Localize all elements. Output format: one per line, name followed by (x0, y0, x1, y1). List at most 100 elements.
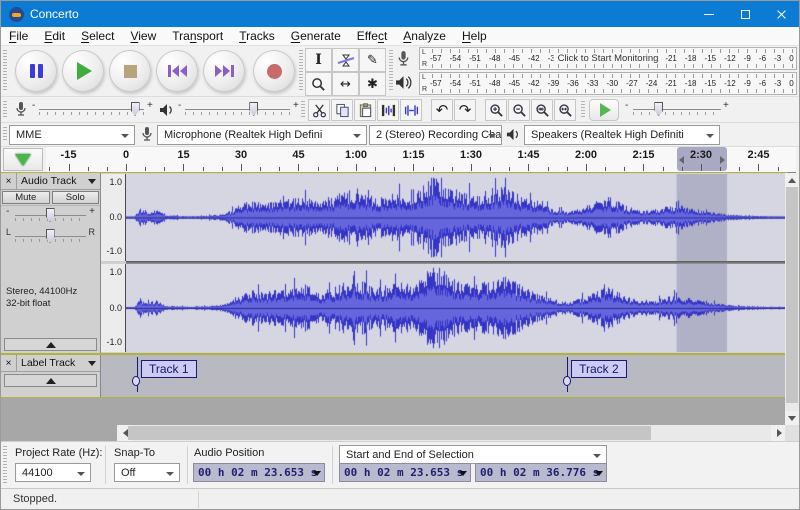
pinned-play-head-button[interactable] (3, 148, 43, 171)
envelope-tool-button[interactable] (332, 48, 359, 72)
menu-effect[interactable]: Effect (349, 27, 395, 46)
ruler-tick (758, 164, 759, 171)
skip-to-start-button[interactable] (156, 50, 198, 92)
label-track-collapse-button[interactable] (4, 374, 97, 387)
stop-button[interactable] (109, 50, 151, 92)
gain-slider[interactable]: - + (7, 207, 94, 227)
project-rate-dropdown[interactable]: 44100 (15, 463, 91, 482)
selection-start-field[interactable]: 00 h 02 m 23.653 s (339, 463, 471, 482)
recording-meter-mic-icon[interactable] (395, 50, 413, 68)
zoom-in-button[interactable] (485, 99, 507, 121)
skip-to-end-button[interactable] (203, 50, 245, 92)
horizontal-scroll-thumb[interactable] (128, 426, 651, 440)
playback-meter-speaker-icon[interactable] (395, 74, 413, 92)
recording-device-dropdown[interactable]: Microphone (Realtek High Defini (157, 125, 367, 145)
scroll-up-button[interactable] (785, 173, 799, 187)
waveform-channel-1[interactable] (126, 174, 787, 261)
selection-mode-dropdown[interactable]: Start and End of Selection (339, 445, 607, 464)
maximize-button[interactable] (727, 1, 763, 27)
vertical-scrollbar[interactable] (785, 173, 799, 425)
play-button[interactable] (62, 50, 104, 92)
menu-view[interactable]: View (122, 27, 164, 46)
toolbar-grip[interactable] (3, 50, 7, 92)
field-dropdown-icon[interactable] (459, 471, 467, 476)
toolbar-grip[interactable] (299, 50, 303, 92)
scroll-down-button[interactable] (785, 411, 799, 425)
selection-end-field[interactable]: 00 h 02 m 36.776 s (475, 463, 607, 482)
playback-meter[interactable]: LR -57-54-51-48-45-42-39-36-33-30-27-24-… (419, 72, 797, 95)
chevron-down-icon (706, 134, 714, 138)
monitoring-overlay-text[interactable]: Click to Start Monitoring (554, 53, 663, 64)
cut-button[interactable] (308, 99, 330, 121)
menu-transport[interactable]: Transport (164, 27, 231, 46)
undo-button[interactable]: ↶ (431, 99, 453, 121)
playback-device-dropdown[interactable]: Speakers (Realtek High Definiti (524, 125, 720, 145)
minimize-button[interactable] (691, 1, 727, 27)
selection-left-handle[interactable] (679, 156, 684, 164)
field-dropdown-icon[interactable] (313, 471, 321, 476)
multi-tool-button[interactable]: ✱ (359, 72, 386, 96)
mute-button[interactable]: Mute (2, 191, 50, 204)
recording-channels-dropdown[interactable]: 2 (Stereo) Recording Channels (369, 125, 502, 145)
vertical-scale-channel-2[interactable]: 1.0 0.0 -1.0 (101, 264, 126, 352)
selection-tool-button[interactable]: I (305, 48, 332, 72)
toolbar-grip[interactable] (3, 446, 7, 484)
trim-audio-button[interactable] (377, 99, 399, 121)
menu-edit[interactable]: Edit (36, 27, 73, 46)
label-text-1[interactable]: Track 1 (141, 360, 197, 378)
vertical-scroll-thumb[interactable] (786, 187, 798, 403)
pause-button[interactable] (15, 50, 57, 92)
toolbar-grip[interactable] (301, 101, 305, 118)
selection-right-handle[interactable] (720, 156, 725, 164)
close-button[interactable] (763, 1, 799, 27)
zoom-project-button[interactable] (554, 99, 576, 121)
label-track-close-button[interactable]: × (1, 355, 17, 371)
timeshift-tool-button[interactable]: ↔ (332, 72, 359, 96)
label-marker-stem[interactable] (137, 357, 138, 392)
menu-tracks[interactable]: Tracks (231, 27, 283, 46)
audio-host-dropdown[interactable]: MME (9, 125, 135, 145)
solo-button[interactable]: Solo (52, 191, 100, 204)
pan-slider[interactable]: L R (7, 228, 94, 248)
toolbar-grip[interactable] (581, 101, 585, 118)
snap-to-dropdown[interactable]: Off (114, 463, 180, 482)
label-marker-handle[interactable] (132, 376, 140, 386)
toolbar-grip[interactable] (389, 50, 393, 92)
play-speed-slider[interactable] (633, 101, 721, 118)
ruler-time-label: 0 (123, 149, 129, 161)
copy-button[interactable] (331, 99, 353, 121)
timeline-ruler[interactable]: -1501530451:001:151:301:452:002:152:302:… (46, 147, 796, 173)
horizontal-scrollbar[interactable] (117, 425, 787, 441)
redo-button[interactable]: ↷ (454, 99, 476, 121)
playback-volume-slider[interactable] (185, 101, 290, 118)
toolbar-grip[interactable] (3, 127, 7, 142)
menu-file[interactable]: File (1, 27, 36, 46)
label-track-menu-button[interactable]: Label Track (17, 357, 100, 369)
vertical-scale-channel-1[interactable]: 1.0 0.0 -1.0 (101, 174, 126, 261)
label-marker-handle[interactable] (563, 376, 571, 386)
menu-generate[interactable]: Generate (283, 27, 349, 46)
menu-analyze[interactable]: Analyze (395, 27, 454, 46)
zoom-tool-button[interactable] (305, 72, 332, 96)
audio-track-menu-button[interactable]: Audio Track (17, 175, 100, 187)
play-at-speed-button[interactable] (589, 99, 619, 121)
label-marker-stem[interactable] (567, 357, 568, 392)
label-strip[interactable]: Track 1 Track 2 (102, 355, 787, 397)
zoom-selection-button[interactable] (531, 99, 553, 121)
record-volume-slider[interactable] (39, 101, 144, 118)
label-text-2[interactable]: Track 2 (571, 360, 627, 378)
toolbar-grip[interactable] (3, 101, 7, 118)
zoom-out-button[interactable] (508, 99, 530, 121)
silence-audio-button[interactable] (400, 99, 422, 121)
menu-select[interactable]: Select (73, 27, 122, 46)
audio-position-field[interactable]: 00 h 02 m 23.653 s (193, 463, 325, 482)
field-dropdown-icon[interactable] (595, 471, 603, 476)
paste-button[interactable] (354, 99, 376, 121)
audio-track-collapse-button[interactable] (4, 338, 97, 351)
draw-tool-button[interactable]: ✎ (359, 48, 386, 72)
waveform-channel-2[interactable] (126, 264, 787, 352)
audio-track-close-button[interactable]: × (1, 173, 17, 189)
record-button[interactable] (253, 50, 295, 92)
recording-meter[interactable]: LR -57-54-51-48-45-42-39-36-33-30-27-24-… (419, 47, 797, 70)
menu-help[interactable]: Help (454, 27, 495, 46)
